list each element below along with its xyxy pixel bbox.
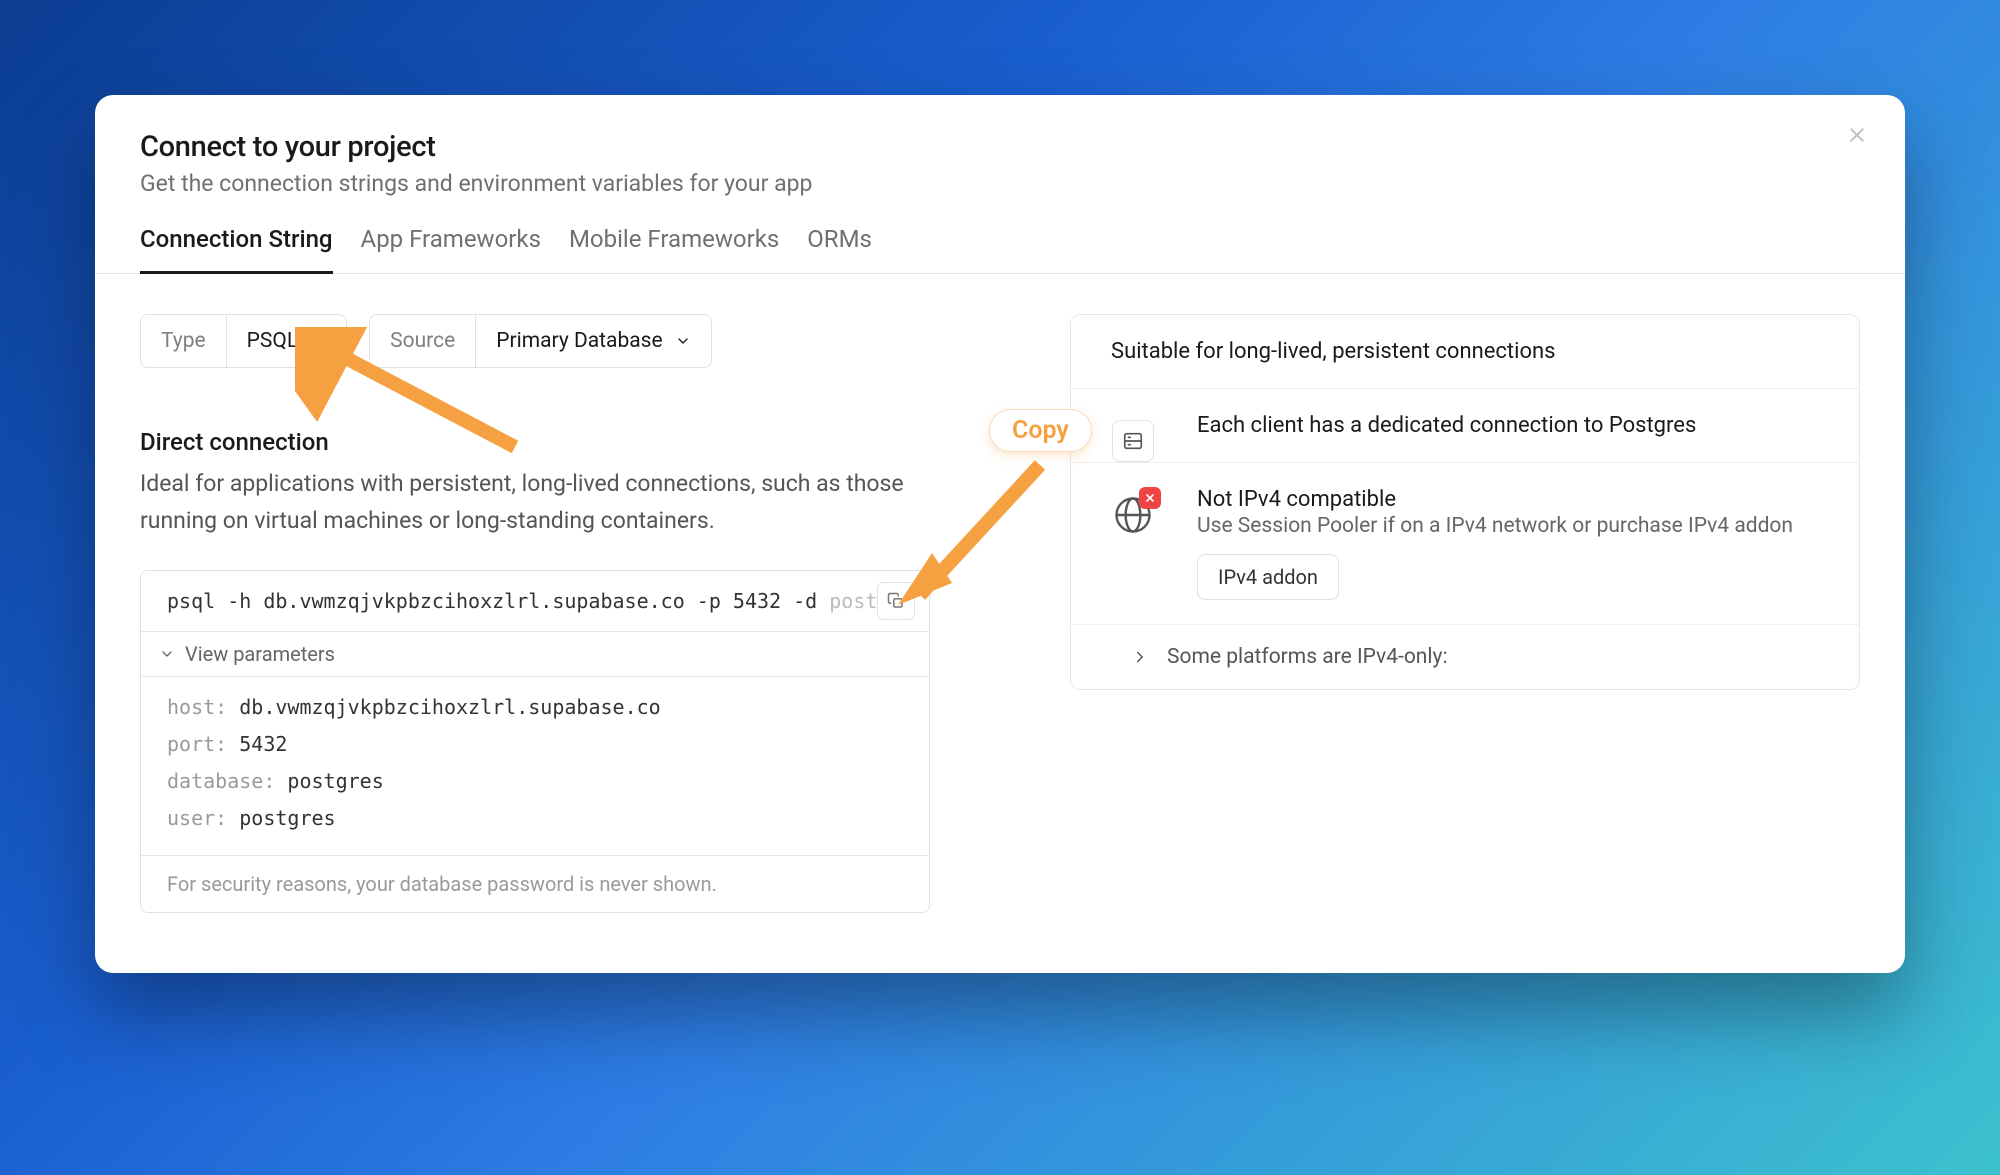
info-row-text: Suitable for long-lived, persistent conn… bbox=[1111, 339, 1819, 364]
tab-orms[interactable]: ORMs bbox=[807, 225, 872, 274]
database-icon bbox=[1122, 430, 1144, 452]
tab-bar: Connection String App Frameworks Mobile … bbox=[95, 225, 1905, 274]
info-row-title: Not IPv4 compatible bbox=[1197, 487, 1819, 512]
type-select-value: PSQL bbox=[247, 329, 298, 353]
database-icon-slot bbox=[1105, 413, 1161, 469]
annotation-copy-label: Copy bbox=[989, 409, 1092, 452]
security-note: For security reasons, your database pass… bbox=[141, 855, 929, 912]
error-badge-icon bbox=[1139, 487, 1161, 509]
type-label: Type bbox=[141, 315, 227, 367]
copy-icon bbox=[887, 592, 905, 610]
close-icon bbox=[1847, 125, 1867, 145]
info-row-text: Each client has a dedicated connection t… bbox=[1197, 413, 1819, 438]
source-select[interactable]: Primary Database bbox=[476, 315, 710, 367]
info-row-dedicated: Each client has a dedicated connection t… bbox=[1071, 389, 1859, 463]
direct-connection-desc: Ideal for applications with persistent, … bbox=[140, 466, 920, 540]
modal-subtitle: Get the connection strings and environme… bbox=[140, 170, 1860, 197]
connection-string-text: psql -h db.vwmzqjvkpbzcihoxzlrl.supabase… bbox=[167, 589, 829, 613]
modal-title: Connect to your project bbox=[140, 130, 1860, 164]
copy-button[interactable] bbox=[877, 582, 915, 620]
tab-connection-string[interactable]: Connection String bbox=[140, 225, 333, 274]
parameters-body: host: db.vwmzqjvkpbzcihoxzlrl.supabase.c… bbox=[141, 676, 929, 855]
chevron-down-icon bbox=[159, 646, 175, 662]
select-row: Type PSQL Source Primary Database bbox=[140, 314, 930, 368]
connection-code-box: psql -h db.vwmzqjvkpbzcihoxzlrl.supabase… bbox=[140, 570, 930, 913]
source-select-value: Primary Database bbox=[496, 329, 662, 353]
param-database: database: postgres bbox=[167, 763, 903, 800]
connection-string-line: psql -h db.vwmzqjvkpbzcihoxzlrl.supabase… bbox=[141, 571, 929, 631]
info-row-suitable: Suitable for long-lived, persistent conn… bbox=[1071, 315, 1859, 389]
modal-body: Type PSQL Source Primary Database Direct… bbox=[95, 274, 1905, 973]
direct-connection-title: Direct connection bbox=[140, 428, 930, 456]
chevron-down-icon bbox=[675, 333, 691, 349]
param-user: user: postgres bbox=[167, 800, 903, 837]
info-row-text: Some platforms are IPv4-only: bbox=[1167, 645, 1448, 669]
info-row-platforms-expand[interactable]: Some platforms are IPv4-only: bbox=[1071, 625, 1859, 689]
info-row-ipv4: Not IPv4 compatible Use Session Pooler i… bbox=[1071, 463, 1859, 625]
tab-mobile-frameworks[interactable]: Mobile Frameworks bbox=[569, 225, 779, 274]
close-button[interactable] bbox=[1839, 117, 1875, 153]
chevron-right-icon bbox=[1131, 648, 1149, 666]
chevron-down-icon bbox=[310, 333, 326, 349]
source-label: Source bbox=[370, 315, 476, 367]
info-list: Suitable for long-lived, persistent conn… bbox=[1070, 314, 1860, 690]
param-port: port: 5432 bbox=[167, 726, 903, 763]
view-parameters-label: View parameters bbox=[185, 642, 335, 666]
param-host: host: db.vwmzqjvkpbzcihoxzlrl.supabase.c… bbox=[167, 689, 903, 726]
type-select[interactable]: PSQL bbox=[227, 315, 346, 367]
connect-modal: Connect to your project Get the connecti… bbox=[95, 95, 1905, 973]
modal-header: Connect to your project Get the connecti… bbox=[95, 95, 1905, 197]
left-column: Type PSQL Source Primary Database Direct… bbox=[140, 314, 930, 913]
ipv4-addon-button[interactable]: IPv4 addon bbox=[1197, 554, 1339, 600]
info-row-sub: Use Session Pooler if on a IPv4 network … bbox=[1197, 514, 1819, 538]
connection-string-tail: post bbox=[829, 589, 877, 613]
tab-app-frameworks[interactable]: App Frameworks bbox=[361, 225, 541, 274]
source-select-group: Source Primary Database bbox=[369, 314, 712, 368]
globe-icon-slot bbox=[1105, 487, 1161, 543]
type-select-group: Type PSQL bbox=[140, 314, 347, 368]
view-parameters-toggle[interactable]: View parameters bbox=[141, 631, 929, 676]
right-column: Suitable for long-lived, persistent conn… bbox=[1070, 314, 1860, 913]
